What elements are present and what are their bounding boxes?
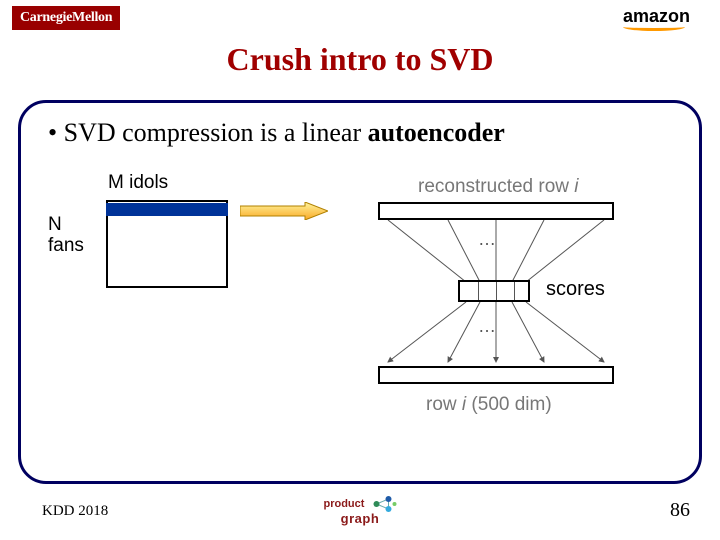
pg-text1: product <box>323 498 364 510</box>
diverge-lines-bottom-icon <box>378 302 614 366</box>
ellipsis-top: … <box>478 229 496 250</box>
slide-number: 86 <box>670 499 690 522</box>
footer-venue: KDD 2018 <box>42 503 108 520</box>
scores-sep-icon <box>496 282 497 300</box>
n-label-1: N <box>48 214 62 235</box>
row-i-label: row i (500 dim) <box>426 394 552 416</box>
recon-prefix: reconstructed row <box>418 176 574 197</box>
converge-lines-top-icon <box>378 220 614 282</box>
scores-sep-icon <box>478 282 479 300</box>
scores-sep-icon <box>514 282 515 300</box>
scores-label: scores <box>546 278 605 301</box>
row-prefix: row <box>426 394 462 415</box>
arrow-right-icon <box>240 202 328 220</box>
scores-box <box>458 280 530 302</box>
amazon-logo: amazon <box>623 6 690 31</box>
row-suffix: (500 dim) <box>466 394 552 415</box>
amazon-text: amazon <box>623 6 690 27</box>
bullet-prefix: • SVD compression is a linear <box>48 118 368 147</box>
recon-i: i <box>574 176 578 197</box>
reconstructed-row-rect <box>378 202 614 220</box>
n-fans-label: N fans <box>48 215 84 257</box>
bullet-bold: autoencoder <box>368 118 505 147</box>
bullet-text: • SVD compression is a linear autoencode… <box>48 118 505 148</box>
pg-text2: graph <box>341 511 380 526</box>
reconstructed-label: reconstructed row i <box>418 176 579 198</box>
cmu-logo: CarnegieMellon <box>12 6 120 30</box>
matrix-highlight-row <box>106 203 228 216</box>
slide-title: Crush intro to SVD <box>0 41 720 78</box>
m-idols-label: M idols <box>108 172 168 194</box>
product-graph-logo: product graph <box>323 495 396 526</box>
n-label-2: fans <box>48 235 84 256</box>
row-i-rect <box>378 366 614 384</box>
diagram-area: M idols N fans reconstructed row i … sco… <box>48 172 672 460</box>
